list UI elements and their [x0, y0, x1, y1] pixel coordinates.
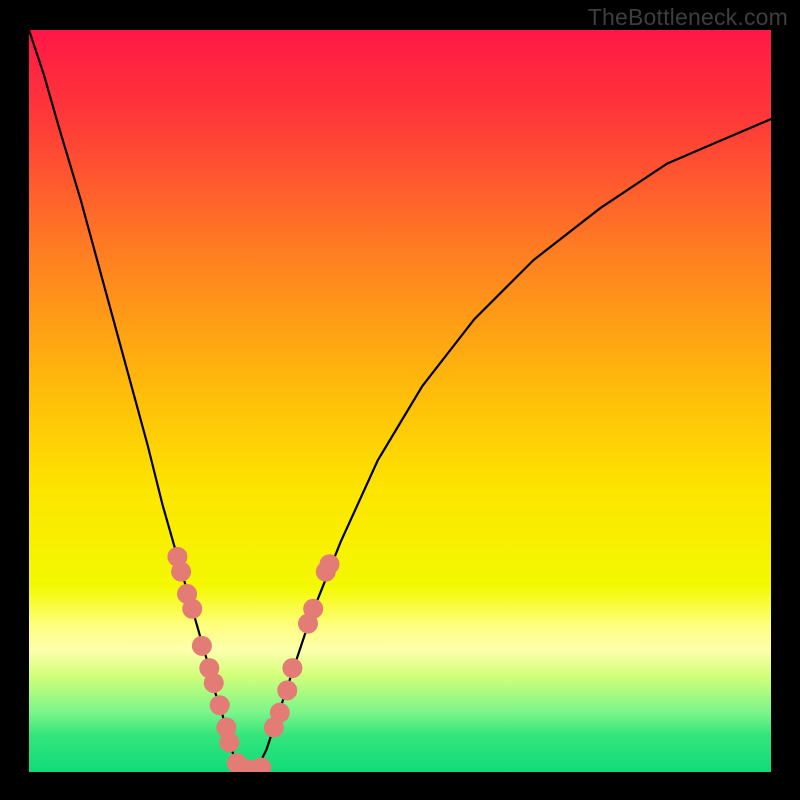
data-marker	[303, 599, 323, 619]
data-marker	[277, 680, 297, 700]
data-marker	[270, 703, 290, 723]
data-marker	[210, 695, 230, 715]
data-marker	[204, 673, 224, 693]
data-marker	[282, 658, 302, 678]
data-marker	[320, 554, 340, 574]
data-marker	[182, 599, 202, 619]
bottleneck-chart	[29, 30, 771, 772]
data-marker	[192, 636, 212, 656]
data-marker	[171, 562, 191, 582]
data-marker	[219, 732, 239, 752]
watermark-text: TheBottleneck.com	[588, 4, 788, 31]
chart-frame	[29, 30, 771, 772]
